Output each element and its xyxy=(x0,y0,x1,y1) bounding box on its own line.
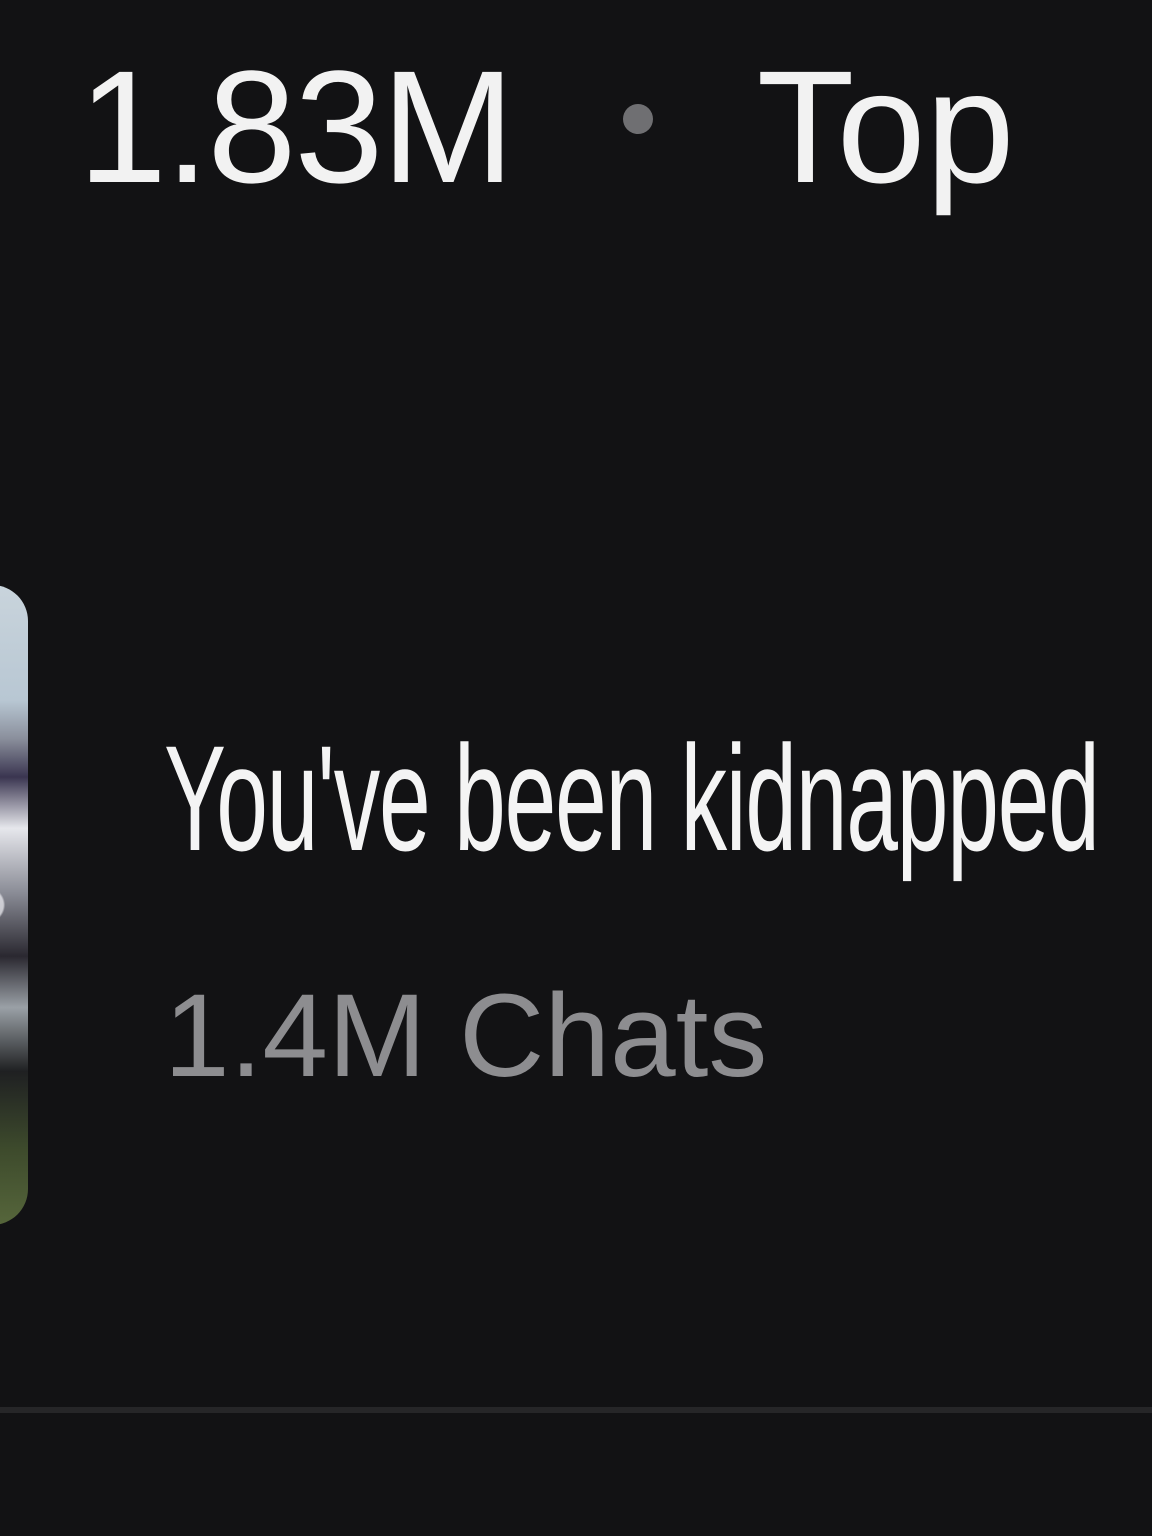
chat-card[interactable]: You've been kidnapped 1.4M Chats xyxy=(0,585,1152,1225)
stat-count: 1.83M xyxy=(78,37,515,216)
chat-count: 1.4M Chats xyxy=(164,970,768,1102)
character-thumbnail[interactable] xyxy=(0,585,28,1225)
card-title: You've been kidnapped xyxy=(164,714,1100,882)
page: 1.83M Top You've been kidnapped 1.4M Cha… xyxy=(0,0,1152,1536)
header-row: 1.83M Top xyxy=(78,42,1092,212)
divider xyxy=(0,1407,1152,1413)
tab-top[interactable]: Top xyxy=(757,47,1015,207)
separator-dot-icon xyxy=(622,104,653,134)
